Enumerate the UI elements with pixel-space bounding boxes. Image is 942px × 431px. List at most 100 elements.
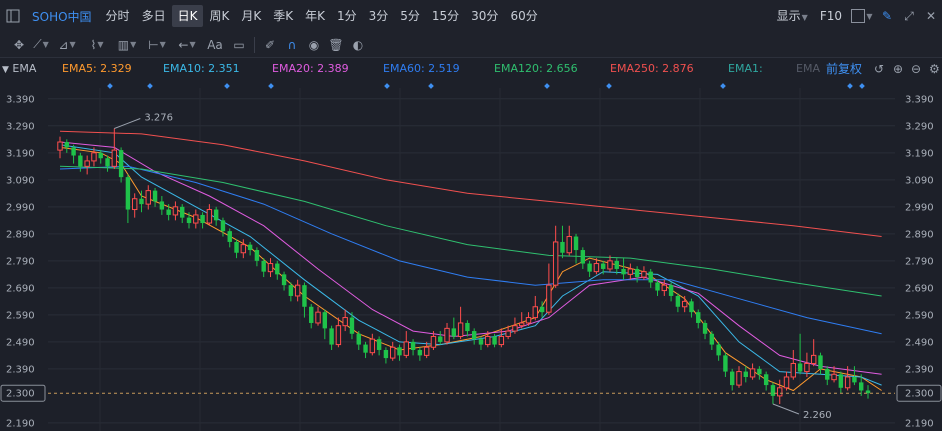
zoom-in-icon[interactable]: ⊕: [893, 58, 903, 80]
candle-body-up: [369, 338, 376, 354]
candle-body-down: [492, 336, 497, 345]
stock-name[interactable]: SOHO中国: [24, 8, 100, 25]
candle-body-down: [600, 263, 606, 269]
period-tab[interactable]: 30分: [465, 5, 504, 27]
eraser-icon[interactable]: ✐: [259, 34, 281, 56]
period-tab[interactable]: 5分: [394, 5, 426, 27]
y-tick-label-left: 2.790: [6, 256, 35, 267]
period-tab[interactable]: 15分: [426, 5, 465, 27]
ema-line-ema120: [59, 165, 882, 297]
candle-body-down: [825, 368, 830, 380]
candle-body-down: [376, 339, 382, 350]
candle-body-down: [220, 220, 226, 232]
y-tick-label-right: 2.590: [905, 310, 934, 321]
candle-body-up: [84, 160, 90, 167]
event-marker-icon: [384, 83, 390, 89]
candle-body-down: [852, 376, 857, 383]
candle-body-down: [329, 328, 334, 345]
low-pointer-line: [772, 403, 800, 415]
arrow-left-icon[interactable]: ← ▼: [172, 34, 202, 56]
y-tick-label-left: 3.190: [6, 148, 35, 159]
event-marker-icon: [720, 83, 726, 89]
candle-body-up: [844, 376, 851, 389]
text-tool-icon[interactable]: Aa: [202, 34, 228, 56]
candle-body-up: [532, 306, 539, 319]
y-tick-label-right: 3.190: [905, 148, 934, 159]
period-tab[interactable]: 60分: [504, 5, 543, 27]
period-tab[interactable]: 月K: [235, 5, 267, 27]
adjust-mode-button[interactable]: 前复权: [826, 58, 862, 80]
eye-icon[interactable]: ◉: [303, 34, 325, 56]
candle-body-down: [152, 190, 158, 202]
fullscreen-icon[interactable]: ⤢: [898, 5, 920, 27]
candle-body-down: [451, 328, 457, 337]
period-tab[interactable]: 季K: [267, 5, 299, 27]
candle-body-down: [689, 301, 694, 313]
candle-body-down: [64, 142, 69, 148]
zoom-out-icon[interactable]: ⊖: [911, 58, 921, 80]
period-tab[interactable]: 周K: [203, 5, 235, 27]
candle-body-down: [729, 371, 735, 386]
layout-square-icon[interactable]: ▼: [848, 5, 876, 27]
candle-body-down: [838, 374, 844, 388]
period-tab[interactable]: 3分: [363, 5, 395, 27]
ema-extra2-value: EMA: [796, 62, 820, 75]
candle-body-up: [267, 263, 274, 273]
period-tab[interactable]: 日K: [171, 5, 204, 27]
measure-icon[interactable]: ⊢ ▼: [142, 34, 172, 56]
indicator-dropdown[interactable]: ▼ EMA: [2, 58, 36, 80]
display-label: 显示: [776, 9, 801, 23]
candle-body-up: [91, 152, 97, 162]
candle-body-up: [607, 260, 613, 270]
undo-icon[interactable]: ↺: [874, 58, 884, 80]
pen-icon[interactable]: ✎: [876, 5, 898, 27]
fib-icon[interactable]: ▥ ▼: [112, 34, 142, 56]
period-tab[interactable]: 分时: [100, 5, 136, 27]
channel-icon[interactable]: ⊿ ▼: [52, 34, 82, 56]
settings-gear-icon[interactable]: ⚙: [929, 58, 940, 80]
event-marker-icon: [428, 83, 434, 89]
period-tab[interactable]: 多日: [136, 5, 172, 27]
period-tabs: 分时 多日 日K 周K 月K 季K 年K 1分 3分 5分 15分 30分 60分: [100, 5, 544, 27]
period-tab[interactable]: 1分: [331, 5, 363, 27]
candle-body-up: [498, 335, 505, 346]
ema250-value: EMA250: 2.876: [610, 62, 694, 75]
candle-body-up: [145, 190, 151, 205]
magnet-icon[interactable]: ∩: [281, 34, 303, 56]
period-tab[interactable]: 年K: [299, 5, 331, 27]
trendline-icon[interactable]: ⟋ ▼: [30, 34, 52, 56]
candle-body-down: [234, 241, 239, 253]
candle-body-up: [790, 362, 797, 378]
y-tick-label-left: 2.590: [6, 310, 35, 321]
close-icon[interactable]: ✕: [920, 5, 942, 27]
f10-button[interactable]: F10: [814, 5, 848, 27]
y-tick-label-left: 2.190: [6, 418, 35, 429]
display-menu[interactable]: 显示▼: [771, 5, 814, 27]
trash-icon[interactable]: 🗑: [325, 34, 347, 56]
wave-icon[interactable]: ⌇ ▼: [82, 34, 112, 56]
event-markers: [107, 83, 865, 89]
comment-icon[interactable]: ▭: [228, 34, 250, 56]
candle-body-down: [797, 363, 803, 372]
candle-body-up: [423, 346, 430, 356]
toggle-icon[interactable]: ◐: [347, 34, 369, 56]
candle-body-down: [349, 317, 355, 334]
crosshair-icon[interactable]: ✥: [8, 34, 30, 56]
sidebar-toggle-icon[interactable]: [2, 5, 24, 27]
candle-body-down: [159, 201, 165, 210]
event-marker-icon: [606, 83, 612, 89]
kline-chart[interactable]: 3.390 3.390 3.290 3.290 3.190 3.190 3.090 3.090…: [0, 80, 942, 431]
candle-body-up: [546, 284, 552, 313]
candle-body-down: [417, 349, 423, 356]
candle-body-down: [560, 241, 565, 253]
high-price-label: 3.276: [144, 113, 173, 124]
candle-body-up: [661, 284, 668, 292]
candle-body-down: [302, 285, 307, 307]
y-tick-label-right: 2.390: [905, 364, 934, 375]
candle-body-down: [186, 217, 192, 224]
candle-body-down: [655, 282, 660, 291]
candle-body-down: [648, 271, 653, 283]
current-price-label-right: 2.300: [905, 389, 934, 400]
candle-body-down: [539, 306, 545, 313]
candle-body-up: [566, 236, 572, 254]
